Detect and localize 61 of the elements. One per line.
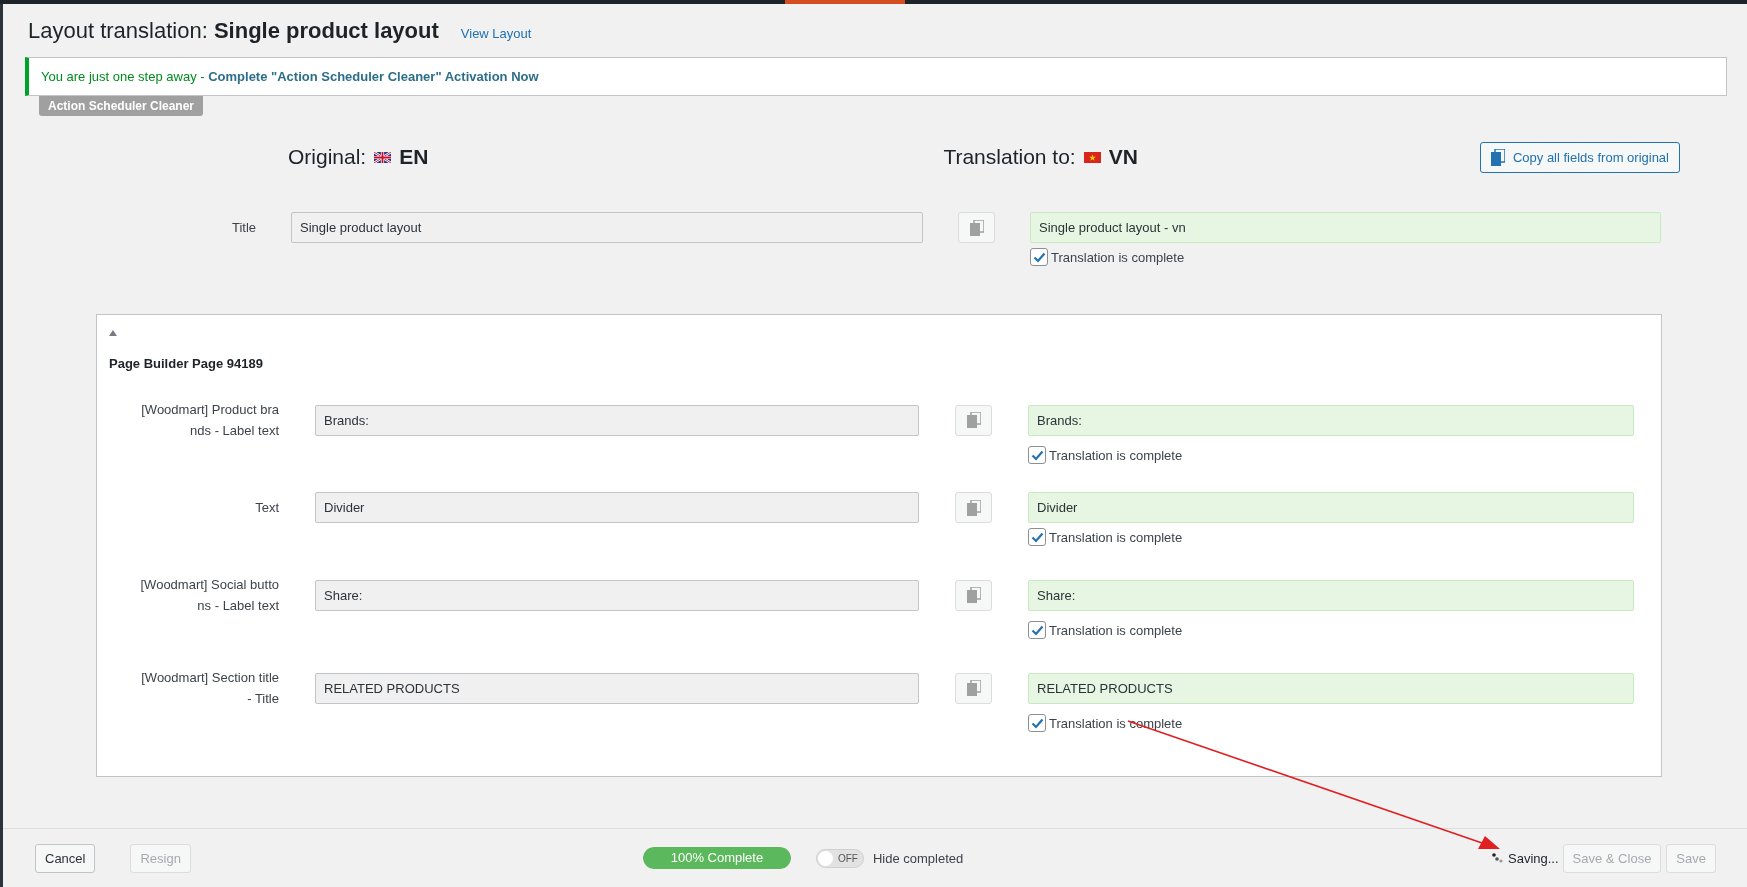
copy-button[interactable] — [955, 404, 992, 436]
field-label: Title — [230, 219, 256, 237]
language-code: EN — [399, 145, 429, 169]
checkbox[interactable] — [1028, 528, 1046, 546]
checkbox-label: Translation is complete — [1049, 447, 1183, 463]
copy-icon — [966, 499, 981, 516]
language-code: VN — [1108, 145, 1138, 169]
translation-heading: Translation to: — [943, 145, 1076, 169]
translation-field[interactable]: Single product layout - vn — [1030, 212, 1661, 243]
checkbox-label: Translation is complete — [1049, 529, 1183, 545]
progress-label: 100% Complete — [669, 849, 765, 867]
spinner-icon — [1492, 853, 1504, 863]
copy-button[interactable] — [955, 672, 992, 704]
original-field[interactable]: Brands: — [315, 404, 919, 436]
translation-field[interactable]: Brands: — [1028, 404, 1634, 436]
checkbox[interactable] — [1028, 446, 1046, 464]
checkbox[interactable] — [1028, 714, 1046, 732]
copy-icon — [966, 587, 981, 603]
view-layout-link[interactable]: View Layout — [460, 26, 532, 41]
flag-icon — [374, 151, 392, 163]
saving-status: Saving... — [1508, 850, 1559, 866]
field-label: [Woodmart] Product bra nds - Label text — [140, 401, 279, 440]
field-label: Text — [254, 499, 279, 517]
notice-text: You are just one step away - Complete "Action Scheduler Cleaner" Activation Now — [41, 69, 539, 84]
field-label: [Woodmart] Social butto ns - Label text — [139, 576, 279, 615]
checkbox[interactable] — [1030, 248, 1048, 266]
checkmark-icon — [1030, 531, 1044, 543]
original-field[interactable]: Single product layout — [291, 212, 923, 243]
translation-field[interactable]: Share: — [1028, 579, 1634, 611]
activation-link[interactable]: Complete "Action Scheduler Cleaner" Activation Now — [208, 69, 539, 84]
toggle-switch[interactable]: OFF — [815, 848, 864, 868]
copy-all-button[interactable]: Copy all fields from original — [1479, 141, 1680, 173]
copy-icon — [966, 680, 981, 696]
checkmark-icon — [1030, 717, 1044, 729]
toggle-label: Hide completed — [872, 850, 964, 866]
copy-button[interactable] — [955, 579, 992, 611]
checkbox-label: Translation is complete — [1049, 715, 1183, 731]
checkbox-label: Translation is complete — [1049, 622, 1183, 638]
copy-icon — [1490, 148, 1505, 166]
original-field[interactable]: Share: — [315, 579, 919, 611]
plugin-tag: Action Scheduler Cleaner — [39, 96, 204, 116]
page-title: Layout translation: Single product layout — [28, 18, 439, 44]
section-title: Page Builder Page 94189 — [109, 356, 264, 371]
cancel-button[interactable]: Cancel — [35, 843, 96, 873]
flag-icon — [1083, 151, 1101, 163]
translation-field[interactable]: RELATED PRODUCTS — [1028, 672, 1634, 704]
checkbox[interactable] — [1028, 621, 1046, 639]
original-field[interactable]: Divider — [315, 492, 919, 523]
copy-icon — [966, 412, 981, 428]
copy-icon — [969, 219, 984, 236]
checkmark-icon — [1030, 624, 1044, 636]
checkmark-icon — [1030, 449, 1044, 461]
collapse-icon[interactable] — [109, 330, 117, 336]
original-heading: Original: — [288, 145, 367, 169]
translation-field[interactable]: Divider — [1028, 492, 1634, 523]
checkmark-icon — [1032, 251, 1046, 263]
original-field[interactable]: RELATED PRODUCTS — [315, 672, 919, 704]
field-label: [Woodmart] Section title - Title — [140, 669, 279, 708]
copy-button[interactable] — [958, 212, 995, 243]
copy-button[interactable] — [955, 492, 992, 523]
checkbox-label: Translation is complete — [1051, 249, 1185, 265]
